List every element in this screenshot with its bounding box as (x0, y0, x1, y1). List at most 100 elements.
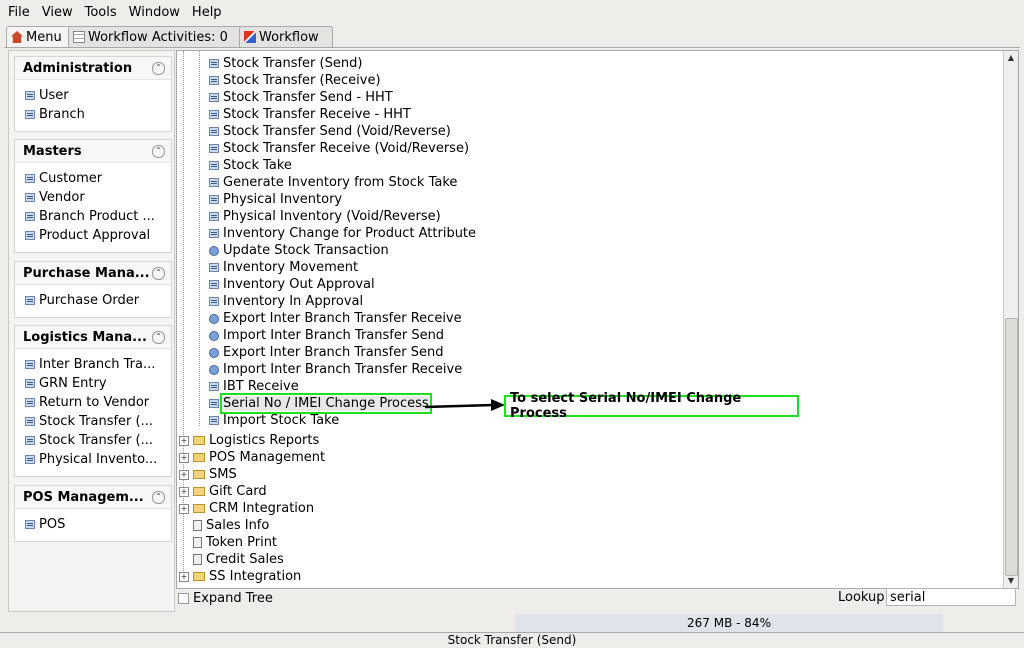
sidebar-item-grn-entry[interactable]: GRN Entry (15, 374, 171, 393)
sidebar-item-label: Branch Product ... (39, 209, 155, 224)
tree-item[interactable]: Stock Transfer Receive (Void/Reverse) (209, 140, 469, 157)
tree-item[interactable]: Physical Inventory (Void/Reverse) (209, 208, 441, 225)
collapse-icon[interactable]: ⌃ (152, 61, 165, 75)
sidebar-item-pos[interactable]: POS (15, 515, 171, 534)
tree-item[interactable]: Physical Inventory (209, 191, 342, 208)
tree-item[interactable]: Stock Take (209, 157, 292, 174)
menu-view[interactable]: View (42, 5, 73, 20)
expand-icon[interactable]: + (179, 452, 189, 463)
menu-window[interactable]: Window (129, 5, 180, 20)
collapse-icon[interactable]: ⌃ (152, 490, 165, 504)
sidebar-item-customer[interactable]: Customer (15, 169, 171, 188)
tree-folder-crm-integration[interactable]: + CRM Integration (179, 500, 314, 517)
tab-workflow-activities[interactable]: Workflow Activities: 0 (68, 26, 247, 47)
sidebar-item-physical-inventory[interactable]: Physical Invento... (15, 450, 171, 469)
group-header[interactable]: Logistics Mana... ⌃ (15, 326, 171, 349)
lookup-label: Lookup (838, 590, 885, 605)
sidebar-item-inter-branch-transfer[interactable]: Inter Branch Tra... (15, 355, 171, 374)
folder-icon (193, 487, 205, 496)
workflow-icon (244, 31, 256, 43)
sidebar-item-user[interactable]: User (15, 86, 171, 105)
tree-item[interactable]: Generate Inventory from Stock Take (209, 174, 457, 191)
status-bar: Stock Transfer (Send) (0, 632, 1024, 648)
navigation-sidebar: Administration ⌃ User Branch Masters ⌃ Cus… (8, 50, 175, 612)
expand-icon[interactable]: + (179, 503, 189, 514)
collapse-icon[interactable]: ⌃ (152, 144, 165, 158)
tab-menu[interactable]: Menu (6, 26, 76, 47)
form-icon (25, 435, 35, 446)
menu-help[interactable]: Help (192, 5, 222, 20)
sidebar-item-product-approval[interactable]: Product Approval (15, 226, 171, 245)
tree-item-token-print[interactable]: Token Print (193, 534, 277, 551)
tab-workflow[interactable]: Workflow (239, 26, 333, 47)
folder-icon (193, 470, 205, 479)
tree-item-label: Stock Transfer Send (Void/Reverse) (223, 124, 451, 139)
tree-item[interactable]: Stock Transfer Send - HHT (209, 89, 393, 106)
tree-item[interactable]: Update Stock Transaction (209, 242, 389, 259)
tree-item-credit-sales[interactable]: Credit Sales (193, 551, 284, 568)
sidebar-item-branch-product[interactable]: Branch Product ... (15, 207, 171, 226)
tree-item[interactable]: Import Inter Branch Transfer Receive (209, 361, 462, 378)
tree-item-label: Credit Sales (206, 552, 284, 567)
expand-icon[interactable]: + (179, 571, 189, 582)
tree-item[interactable]: Stock Transfer Send (Void/Reverse) (209, 123, 451, 140)
tree-folder-logistics-reports[interactable]: + Logistics Reports (179, 432, 319, 449)
menu-file[interactable]: File (8, 5, 30, 20)
group-header[interactable]: POS Managem... ⌃ (15, 486, 171, 509)
expand-icon[interactable]: + (179, 469, 189, 480)
tree-item[interactable]: Inventory Out Approval (209, 276, 375, 293)
tab-bar: Menu Workflow Activities: 0 Workflow (0, 26, 1024, 48)
memory-usage-indicator[interactable]: 267 MB - 84% (515, 614, 943, 632)
scrollbar-thumb[interactable] (1005, 318, 1018, 576)
tree-item[interactable]: Inventory Movement (209, 259, 358, 276)
form-icon (25, 519, 35, 530)
group-header[interactable]: Administration ⌃ (15, 57, 171, 80)
sidebar-item-branch[interactable]: Branch (15, 105, 171, 124)
group-header[interactable]: Purchase Mana... ⌃ (15, 262, 171, 285)
group-header[interactable]: Masters ⌃ (15, 140, 171, 163)
sidebar-item-stock-transfer-1[interactable]: Stock Transfer (... (15, 412, 171, 431)
tree-item-label: Update Stock Transaction (223, 243, 389, 258)
globe-icon (209, 364, 219, 375)
form-icon (25, 90, 35, 101)
scroll-down-arrow-icon[interactable]: ▼ (1004, 574, 1018, 588)
expand-icon[interactable]: + (179, 435, 189, 446)
sidebar-item-purchase-order[interactable]: Purchase Order (15, 291, 171, 310)
tree-folder-gift-card[interactable]: + Gift Card (179, 483, 267, 500)
menu-tools[interactable]: Tools (85, 5, 117, 20)
tree-item[interactable]: Export Inter Branch Transfer Send (209, 344, 443, 361)
tree-item-label: Token Print (206, 535, 278, 550)
tree-folder-pos-management[interactable]: + POS Management (179, 449, 325, 466)
sidebar-item-stock-transfer-2[interactable]: Stock Transfer (... (15, 431, 171, 450)
tree-item[interactable]: Import Stock Take (209, 412, 339, 429)
vertical-scrollbar[interactable]: ▲ ▼ (1003, 51, 1018, 588)
lookup-input[interactable] (886, 588, 1016, 606)
tree-folder-sms[interactable]: + SMS (179, 466, 237, 483)
expand-tree-checkbox[interactable] (178, 592, 189, 604)
menu-bar: File View Tools Window Help (0, 0, 1024, 24)
tree-item[interactable]: Inventory In Approval (209, 293, 363, 310)
tree-item[interactable]: Stock Transfer (Send) (209, 55, 362, 72)
tree-item[interactable]: Inventory Change for Product Attribute (209, 225, 476, 242)
sheet-icon (193, 520, 202, 531)
tree-item[interactable]: IBT Receive (209, 378, 299, 395)
tree-item-sales-info[interactable]: Sales Info (193, 517, 269, 534)
collapse-icon[interactable]: ⌃ (152, 330, 165, 344)
sidebar-item-vendor[interactable]: Vendor (15, 188, 171, 207)
menu-tree: Stock Transfer (Send) Stock Transfer (Rec… (176, 50, 1019, 589)
tree-item[interactable]: Stock Transfer (Receive) (209, 72, 381, 89)
tree-folder-label: SMS (209, 467, 237, 482)
group-title: POS Managem... (23, 489, 144, 505)
form-icon (25, 397, 35, 408)
scroll-up-arrow-icon[interactable]: ▲ (1004, 51, 1018, 65)
collapse-icon[interactable]: ⌃ (152, 266, 165, 280)
tree-item-serial-imei-change-process[interactable]: Serial No / IMEI Change Process (209, 393, 432, 414)
tree-item[interactable]: Stock Transfer Receive - HHT (209, 106, 411, 123)
tree-item-label: IBT Receive (223, 379, 299, 394)
sidebar-item-return-to-vendor[interactable]: Return to Vendor (15, 393, 171, 412)
tree-item[interactable]: Import Inter Branch Transfer Send (209, 327, 444, 344)
tree-item[interactable]: Export Inter Branch Transfer Receive (209, 310, 462, 327)
globe-icon (209, 313, 219, 324)
tree-folder-ss-integration[interactable]: + SS Integration (179, 568, 301, 585)
expand-icon[interactable]: + (179, 486, 189, 497)
